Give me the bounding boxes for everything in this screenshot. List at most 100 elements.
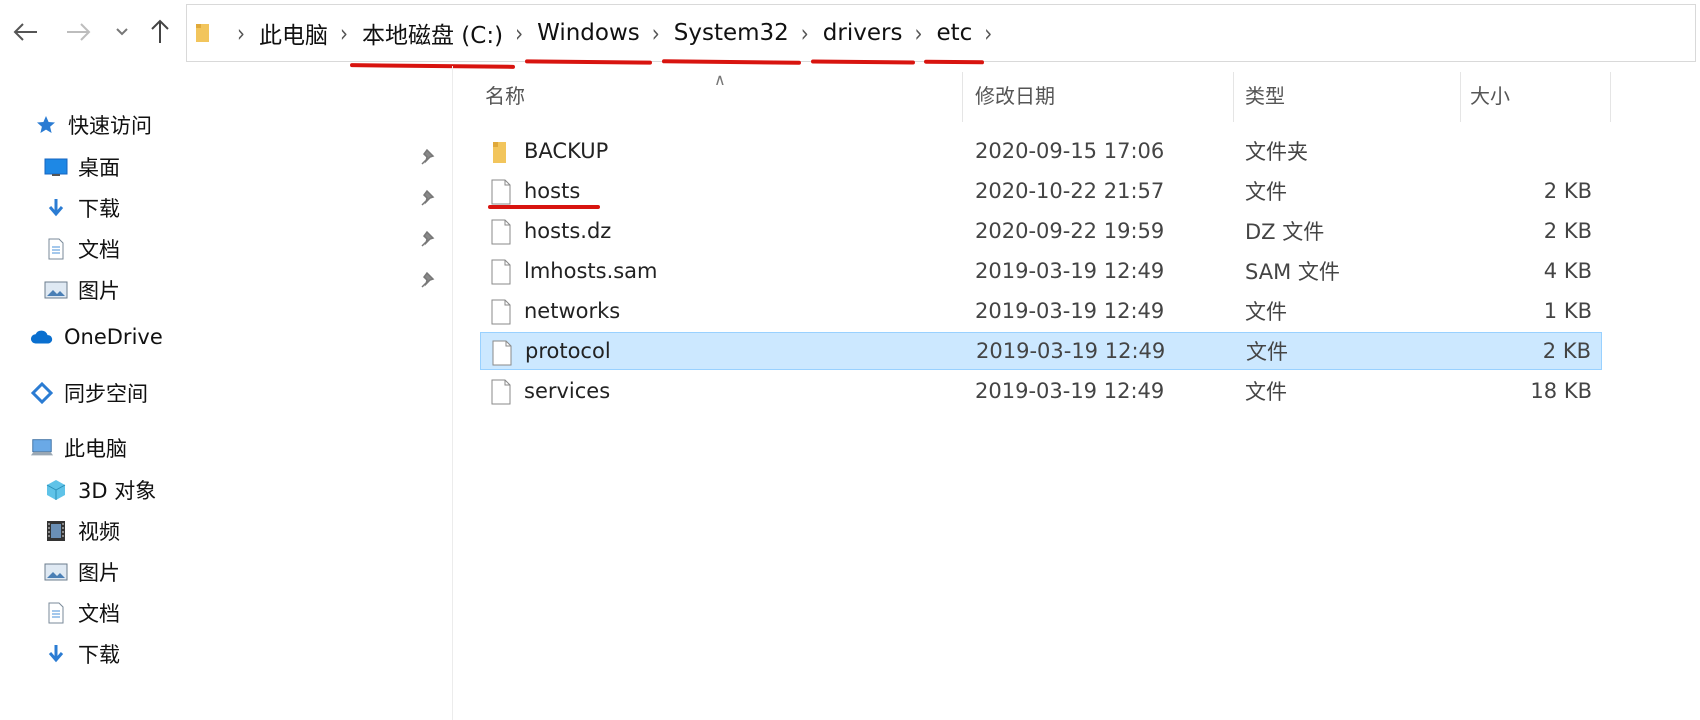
pane-divider[interactable] (452, 66, 453, 720)
file-row-networks[interactable]: networks 2019-03-19 12:49 文件 1 KB (480, 292, 1602, 330)
sidebar-item-desktop[interactable]: 桌面 (44, 150, 120, 184)
file-row-backup[interactable]: BACKUP 2020-09-15 17:06 文件夹 (480, 132, 1602, 170)
file-name: services (524, 379, 611, 403)
file-row-services[interactable]: services 2019-03-19 12:49 文件 18 KB (480, 372, 1602, 410)
sidebar-item-pictures-pc[interactable]: 图片 (44, 555, 120, 589)
column-header-name[interactable]: 名称 (485, 80, 525, 109)
arrow-up-icon (151, 19, 169, 43)
sidebar-item-downloads-pc[interactable]: 下载 (44, 637, 120, 671)
download-icon (44, 196, 68, 220)
sidebar-item-label: 下载 (78, 643, 120, 667)
sidebar-item-label: 图片 (78, 279, 120, 303)
pin-icon[interactable] (420, 189, 438, 207)
sidebar-item-label: 桌面 (78, 156, 120, 180)
crumb-system32[interactable]: System32 (674, 20, 789, 46)
file-type: 文件 (1246, 340, 1288, 364)
file-date: 2019-03-19 12:49 (976, 339, 1166, 363)
file-row-protocol[interactable]: protocol 2019-03-19 12:49 文件 2 KB (480, 332, 1602, 370)
file-type: 文件夹 (1245, 140, 1308, 164)
document-icon (44, 601, 68, 625)
file-row-lmhosts-sam[interactable]: lmhosts.sam 2019-03-19 12:49 SAM 文件 4 KB (480, 252, 1602, 290)
arrow-right-icon (67, 23, 91, 41)
crumb-this-pc[interactable]: 此电脑 (259, 16, 328, 50)
file-date: 2019-03-19 12:49 (975, 299, 1165, 323)
video-icon (44, 519, 68, 543)
file-date: 2020-09-22 19:59 (975, 219, 1165, 243)
sidebar-item-label: 视频 (78, 520, 120, 544)
sidebar-item-label: OneDrive (64, 325, 163, 349)
file-name: hosts (524, 179, 581, 203)
sidebar-item-label: 文档 (78, 238, 120, 262)
folder-icon (196, 24, 209, 42)
sidebar-item-downloads[interactable]: 下载 (44, 191, 120, 225)
sidebar-item-sync[interactable]: 同步空间 (30, 376, 148, 410)
pin-icon[interactable] (420, 271, 438, 289)
file-date: 2019-03-19 12:49 (975, 379, 1165, 403)
star-icon (34, 113, 58, 137)
recent-locations-button[interactable] (110, 14, 134, 50)
file-size: 2 KB (1543, 179, 1592, 203)
pin-icon[interactable] (420, 230, 438, 248)
sidebar-item-label: 3D 对象 (78, 479, 157, 503)
sync-space-icon (30, 381, 54, 405)
picture-icon (44, 278, 68, 302)
sidebar-item-3d-objects[interactable]: 3D 对象 (44, 473, 156, 507)
sidebar-item-label: 同步空间 (64, 382, 148, 406)
crumb-windows[interactable]: Windows (537, 20, 640, 46)
file-icon (491, 259, 511, 285)
chevron-right-icon: › (651, 18, 660, 48)
column-header-date[interactable]: 修改日期 (975, 80, 1055, 109)
file-name: lmhosts.sam (524, 259, 658, 283)
up-button[interactable] (142, 14, 178, 50)
chevron-right-icon: › (800, 18, 809, 48)
back-button[interactable] (6, 14, 46, 50)
file-type: 文件 (1245, 300, 1287, 324)
file-type: 文件 (1245, 180, 1287, 204)
document-icon (44, 237, 68, 261)
column-resize-handle[interactable] (962, 72, 963, 122)
sidebar-item-label: 快速访问 (68, 114, 152, 138)
pin-icon[interactable] (420, 148, 438, 166)
column-resize-handle[interactable] (1233, 72, 1234, 122)
sidebar-item-quick-access[interactable]: 快速访问 (34, 108, 152, 142)
file-icon (492, 340, 512, 366)
sidebar-item-documents[interactable]: 文档 (44, 232, 120, 266)
file-type: DZ 文件 (1245, 220, 1325, 244)
crumb-local-disk[interactable]: 本地磁盘 (C:) (362, 16, 503, 50)
column-header-type[interactable]: 类型 (1245, 80, 1285, 109)
crumb-etc[interactable]: etc (936, 20, 972, 46)
sidebar-item-label: 下载 (78, 197, 120, 221)
arrow-left-icon (13, 23, 37, 41)
sidebar-item-pictures[interactable]: 图片 (44, 273, 120, 307)
chevron-right-icon[interactable]: › (984, 19, 992, 48)
chevron-right-icon: › (340, 18, 348, 48)
crumb-drivers[interactable]: drivers (823, 20, 903, 46)
cloud-icon (30, 325, 54, 349)
chevron-down-icon (116, 28, 128, 36)
sidebar-item-documents-pc[interactable]: 文档 (44, 596, 120, 630)
file-type: 文件 (1245, 380, 1287, 404)
forward-button[interactable] (58, 14, 98, 50)
column-resize-handle[interactable] (1460, 72, 1461, 122)
file-size: 1 KB (1543, 299, 1592, 323)
file-date: 2020-09-15 17:06 (975, 139, 1165, 163)
address-bar[interactable]: › 此电脑 › 本地磁盘 (C:) › Windows › System32 ›… (186, 4, 1696, 62)
file-icon (491, 219, 511, 245)
file-size: 18 KB (1530, 379, 1592, 403)
annotation-underline (488, 205, 600, 209)
folder-icon (493, 142, 506, 163)
download-icon (44, 642, 68, 666)
chevron-right-icon: › (914, 18, 923, 48)
column-resize-handle[interactable] (1610, 72, 1611, 122)
file-name: BACKUP (524, 139, 609, 163)
sidebar-item-label: 文档 (78, 602, 120, 626)
file-row-hosts[interactable]: hosts 2020-10-22 21:57 文件 2 KB (480, 172, 1602, 210)
sidebar-item-onedrive[interactable]: OneDrive (30, 320, 163, 354)
picture-icon (44, 560, 68, 584)
sidebar-item-videos[interactable]: 视频 (44, 514, 120, 548)
sidebar-item-label: 图片 (78, 561, 120, 585)
file-row-hosts-dz[interactable]: hosts.dz 2020-09-22 19:59 DZ 文件 2 KB (480, 212, 1602, 250)
column-header-size[interactable]: 大小 (1470, 80, 1510, 109)
file-type: SAM 文件 (1245, 260, 1340, 284)
sidebar-item-this-pc[interactable]: 此电脑 (30, 431, 127, 465)
